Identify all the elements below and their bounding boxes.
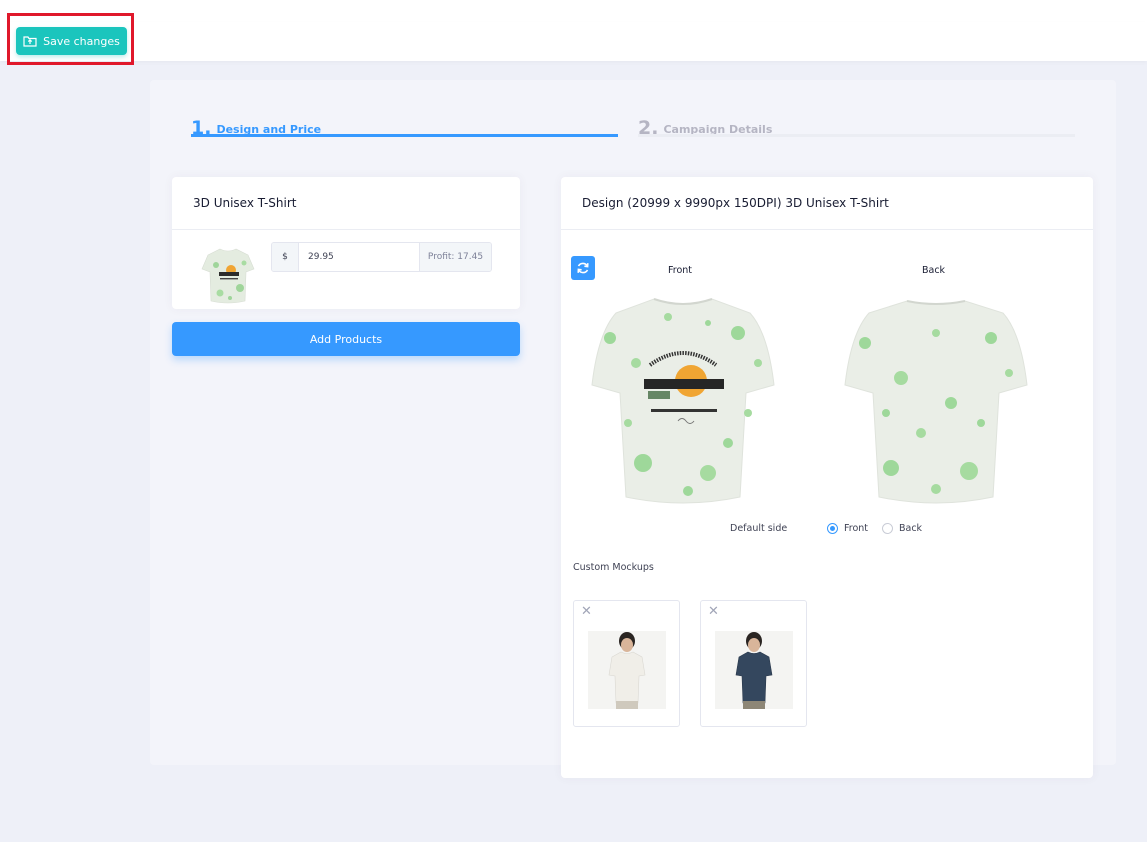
add-products-button[interactable]: Add Products xyxy=(172,322,520,356)
refresh-button[interactable] xyxy=(571,256,595,280)
radio-back-label: Back xyxy=(899,523,923,534)
price-input[interactable]: 29.95 xyxy=(299,243,419,271)
mockup-photo-navy-tee[interactable] xyxy=(715,631,793,709)
mockup-photo-white-tee[interactable] xyxy=(588,631,666,709)
custom-mockup-card: ✕ xyxy=(700,600,807,727)
close-icon[interactable]: ✕ xyxy=(581,605,592,619)
product-title: 3D Unisex T-Shirt xyxy=(172,177,520,230)
close-icon[interactable]: ✕ xyxy=(708,605,719,619)
step-inactive-indicator xyxy=(638,134,1075,137)
design-title: Design (20999 x 9990px 150DPI) 3D Unisex… xyxy=(561,177,1093,230)
folder-upload-icon xyxy=(23,36,37,47)
radio-front-label: Front xyxy=(844,523,869,534)
product-card: 3D Unisex T-Shirt $ 29.95 Profit: 17.45 xyxy=(172,177,520,309)
top-header-strip xyxy=(0,0,1147,23)
price-input-group: $ 29.95 Profit: 17.45 xyxy=(271,242,492,272)
radio-back[interactable]: Back xyxy=(882,523,922,534)
custom-mockup-card: ✕ xyxy=(573,600,680,727)
custom-mockups-label: Custom Mockups xyxy=(573,562,654,573)
radio-front[interactable]: Front xyxy=(827,523,868,534)
radio-dot[interactable] xyxy=(882,523,893,534)
currency-addon: $ xyxy=(272,243,299,271)
front-shirt-mockup xyxy=(591,298,775,504)
save-changes-button[interactable]: Save changes xyxy=(16,27,127,55)
design-card: Design (20999 x 9990px 150DPI) 3D Unisex… xyxy=(561,177,1093,778)
save-changes-label: Save changes xyxy=(43,34,120,48)
back-label: Back xyxy=(922,265,946,276)
radio-dot[interactable] xyxy=(827,523,838,534)
default-side-label: Default side xyxy=(730,523,788,534)
refresh-icon xyxy=(577,262,589,274)
profit-addon: Profit: 17.45 xyxy=(419,243,491,271)
product-thumbnail[interactable] xyxy=(200,243,256,305)
back-shirt-mockup xyxy=(844,300,1028,504)
front-label: Front xyxy=(668,265,693,276)
step-active-indicator xyxy=(191,134,618,137)
toolbar xyxy=(0,22,1147,61)
